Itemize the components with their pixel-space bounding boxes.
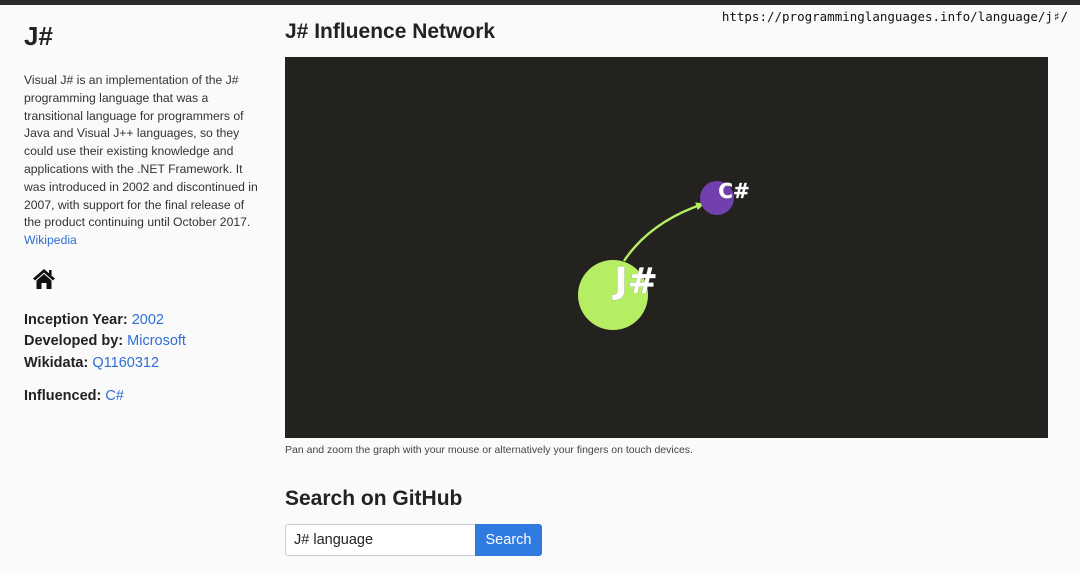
influence-edge: [623, 202, 705, 262]
influence-network-graph[interactable]: J# C#: [285, 57, 1048, 438]
network-title: J# Influence Network: [285, 20, 496, 43]
inception-label: Inception Year:: [24, 311, 128, 328]
wikipedia-link[interactable]: Wikipedia: [24, 233, 77, 247]
node-csharp-label: C#: [718, 179, 749, 203]
wikidata-row: Wikidata: Q1160312: [24, 353, 264, 375]
language-title: J#: [24, 21, 53, 51]
github-search-form: Search: [285, 524, 542, 556]
developer-link[interactable]: Microsoft: [127, 333, 186, 349]
influenced-link[interactable]: C#: [105, 388, 124, 404]
node-jsharp-label: J#: [611, 261, 658, 302]
wikidata-link[interactable]: Q1160312: [92, 355, 159, 371]
wikidata-label: Wikidata:: [24, 354, 89, 371]
influenced-label: Influenced:: [24, 388, 102, 405]
description-text: Visual J# is an implementation of the J#…: [24, 73, 258, 230]
sidebar: J# Visual J# is an implementation of the…: [24, 20, 264, 404]
language-description: Visual J# is an implementation of the J#…: [24, 72, 264, 250]
developer-label: Developed by:: [24, 333, 124, 350]
github-search-input[interactable]: [285, 524, 475, 556]
network-svg[interactable]: J# C#: [285, 57, 1048, 438]
developer-row: Developed by: Microsoft: [24, 331, 264, 353]
main-content: J# Influence Network J# C# Pan and zoom …: [285, 18, 1048, 556]
github-search-title: Search on GitHub: [285, 487, 463, 510]
influenced-row: Influenced: C#: [24, 388, 264, 404]
inception-year-link[interactable]: 2002: [132, 312, 164, 328]
home-icon[interactable]: [32, 268, 56, 290]
inception-row: Inception Year: 2002: [24, 310, 264, 332]
language-facts: Inception Year: 2002 Developed by: Micro…: [24, 310, 264, 375]
graph-caption: Pan and zoom the graph with your mouse o…: [285, 444, 693, 456]
top-bar: [0, 0, 1080, 5]
github-search-button[interactable]: Search: [475, 524, 542, 556]
